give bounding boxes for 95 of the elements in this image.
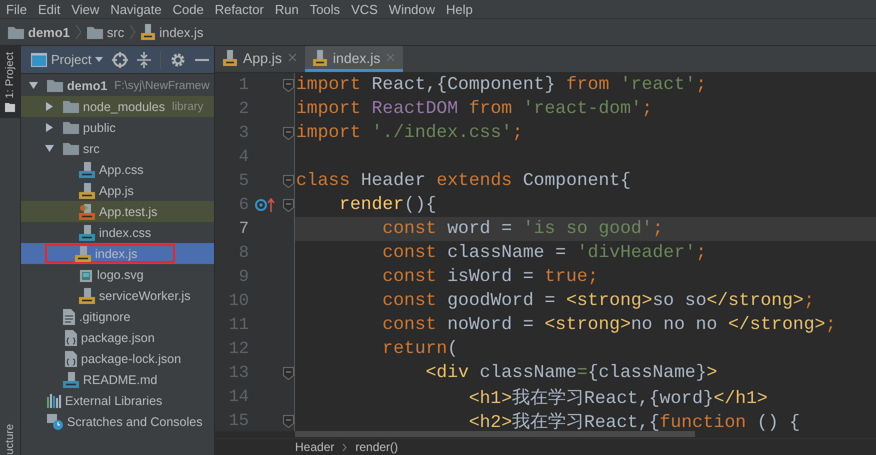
json-file-icon — [63, 350, 77, 366]
json-file-icon — [63, 330, 77, 346]
js-file-icon — [312, 50, 327, 66]
tree-item[interactable]: serviceWorker.js — [75, 286, 194, 305]
collapsed-arrow-icon[interactable] — [45, 102, 54, 111]
menu-item[interactable]: Refactor — [208, 2, 269, 16]
code-line: <h1>我在学习React,{word}</h1> — [468, 387, 768, 409]
file-icon — [79, 204, 95, 220]
menu-item[interactable]: File — [0, 2, 32, 16]
tree-item[interactable]: App.js — [75, 181, 138, 200]
js-file-icon — [141, 24, 156, 40]
menu-item[interactable]: Run — [268, 2, 304, 16]
tree-item[interactable]: src — [59, 139, 104, 158]
folder-icon — [86, 26, 103, 38]
fold-marker-icon[interactable] — [283, 414, 294, 428]
code-line: const isWord = true; — [381, 267, 598, 287]
tree-item[interactable]: External Libraries — [43, 391, 166, 410]
js-file-icon — [223, 50, 237, 66]
window-icon — [31, 52, 47, 66]
tree-item[interactable]: node_modules library — [59, 97, 208, 116]
code-line: return( — [381, 339, 458, 359]
line-number: 7 — [238, 218, 250, 240]
menu-item[interactable]: Edit — [32, 2, 66, 16]
tree-item[interactable]: .gitignore — [59, 307, 134, 326]
code-line: const goodWord = <strong>so so</strong>; — [381, 291, 815, 311]
code-line: class Header extends Component{ — [295, 171, 631, 191]
menu-item[interactable]: Window — [382, 2, 440, 16]
folder-icon — [47, 79, 63, 92]
code-line: const className = 'divHeader'; — [381, 243, 706, 263]
menu-item[interactable]: VCS — [345, 2, 383, 16]
tree-item[interactable]: public — [59, 118, 120, 137]
tree-item[interactable]: README.md — [59, 370, 162, 389]
project-tool-tab[interactable]: 1: Project — [0, 46, 20, 118]
structure-breadcrumb[interactable]: render() — [355, 440, 398, 454]
folder-icon — [63, 121, 79, 134]
settings-icon[interactable] — [170, 52, 186, 68]
code-line: render(){ — [338, 195, 436, 215]
editor-tab[interactable]: index.js — [304, 46, 404, 72]
collapse-all-icon[interactable] — [137, 52, 152, 68]
caret-icon — [95, 57, 104, 62]
file-icon — [79, 162, 95, 178]
fold-marker-icon[interactable] — [283, 78, 294, 92]
tree-item[interactable]: App.css — [75, 160, 148, 179]
code-line: const word = 'is so good'; — [381, 219, 664, 239]
expanded-arrow-icon[interactable] — [45, 144, 54, 153]
chevron-icon — [342, 442, 348, 452]
file-icon — [79, 182, 95, 198]
tree-item[interactable]: index.css — [75, 223, 156, 242]
code-line: import './index.css'; — [295, 123, 523, 143]
menu-item[interactable]: Code — [166, 2, 209, 16]
library-icon — [47, 394, 61, 408]
structure-tool-tab[interactable]: ucture — [4, 422, 16, 455]
chevron-icon — [129, 24, 136, 40]
minimize-icon[interactable] — [195, 58, 210, 62]
project-view-dropdown[interactable]: Project — [31, 52, 104, 67]
code-line: import React,{Component} from 'react'; — [295, 75, 707, 95]
override-marker-icon[interactable] — [255, 198, 277, 212]
tree-item[interactable]: package-lock.json — [59, 349, 186, 368]
structure-breadcrumb[interactable]: Header — [295, 440, 334, 454]
chevron-icon — [74, 24, 82, 40]
folder-icon — [5, 102, 15, 112]
folder-icon — [63, 100, 79, 113]
fold-marker-icon[interactable] — [283, 174, 294, 188]
code-line: const noWord = <strong>no no no </strong>; — [381, 315, 836, 335]
editor-tab[interactable]: App.js — [215, 46, 305, 72]
file-icon — [79, 288, 95, 304]
tree-item[interactable]: Scratches and Consoles — [43, 412, 206, 431]
menu-item[interactable]: Tools — [304, 2, 346, 16]
text-file-icon — [63, 308, 75, 324]
scrollbar-thumb[interactable] — [295, 431, 695, 437]
tree-item[interactable]: package.json — [59, 328, 159, 347]
breadcrumb-item[interactable]: index.js — [141, 24, 204, 40]
tree-item[interactable]: App.test.js — [75, 202, 162, 221]
menu-item[interactable]: Help — [440, 2, 478, 16]
menu-item[interactable]: View — [65, 2, 104, 16]
folder-icon — [63, 142, 79, 155]
breadcrumb-item[interactable]: demo1 — [8, 24, 70, 40]
fold-marker-icon[interactable] — [283, 198, 294, 212]
code-line: <div className={className}> — [424, 363, 718, 383]
file-icon — [75, 246, 91, 262]
crosshair-icon[interactable] — [112, 52, 128, 68]
fold-marker-icon[interactable] — [283, 366, 294, 380]
code-line: import ReactDOM from 'react-dom'; — [295, 99, 652, 119]
expanded-arrow-icon[interactable] — [29, 81, 38, 90]
breadcrumb-item[interactable]: src — [86, 24, 124, 40]
fold-marker-icon[interactable] — [283, 126, 294, 140]
collapsed-arrow-icon[interactable] — [45, 123, 54, 132]
tree-item[interactable]: demo1 F:\syj\NewFramew — [43, 76, 214, 95]
file-icon — [79, 224, 95, 240]
console-clock-icon — [47, 414, 63, 430]
folder-icon — [8, 26, 24, 38]
tree-item[interactable]: logo.svg — [75, 265, 148, 284]
file-icon — [63, 372, 79, 388]
menu-item[interactable]: Navigate — [104, 2, 167, 16]
code-line: <h2>我在学习React,{function () { — [468, 411, 800, 431]
